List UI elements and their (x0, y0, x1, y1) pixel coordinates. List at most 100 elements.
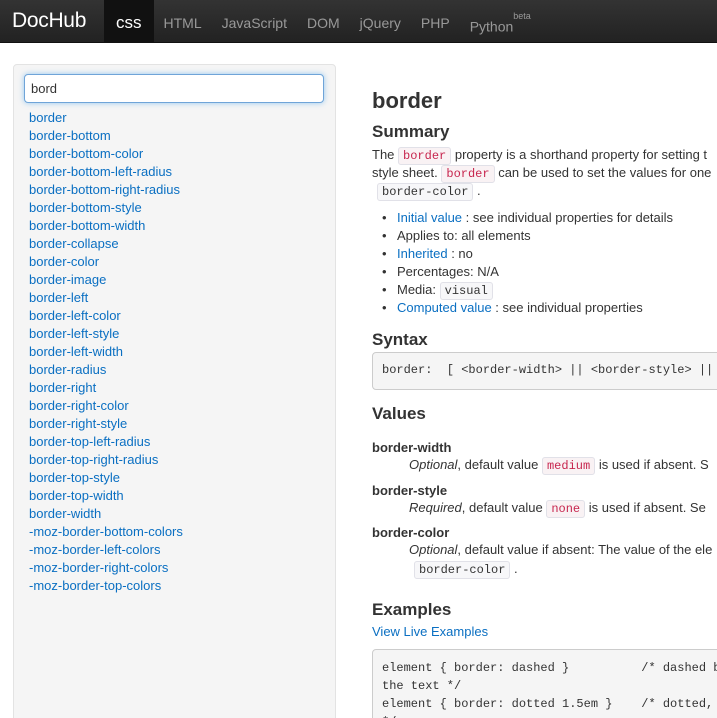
search-result-item: -moz-border-right-colors (29, 559, 183, 577)
search-result-item: border-bottom-color (29, 145, 183, 163)
search-result-item: border-bottom-left-radius (29, 163, 183, 181)
tab-jquery[interactable]: jQuery (350, 0, 411, 43)
list-item: Initial value : see individual propertie… (382, 209, 673, 227)
summary-text: The (372, 147, 399, 162)
search-input[interactable] (24, 74, 324, 103)
search-result-item: border-bottom-width (29, 217, 183, 235)
search-result-item: border-top-style (29, 469, 183, 487)
search-results: border border-bottom border-bottom-color bo… (29, 109, 183, 595)
search-result-link[interactable]: border-left-width (29, 344, 123, 359)
required-label: Required (409, 500, 462, 515)
fact-text: Percentages: N/A (397, 264, 499, 279)
search-result-item: border-left-width (29, 343, 183, 361)
view-live-examples-link[interactable]: View Live Examples (372, 624, 488, 639)
search-result-item: border (29, 109, 183, 127)
search-result-link[interactable]: border-right-color (29, 398, 129, 413)
list-item: Percentages: N/A (382, 263, 673, 281)
tab-css[interactable]: css (104, 0, 154, 43)
search-result-link[interactable]: border-radius (29, 362, 106, 377)
tab-python-label: Python (469, 18, 514, 35)
search-result-link[interactable]: -moz-border-right-colors (29, 560, 168, 575)
value-desc-border-color: Optional, default value if absent: The v… (409, 542, 712, 557)
search-result-item: border-left-style (29, 325, 183, 343)
search-result-link[interactable]: border-bottom-color (29, 146, 143, 161)
brand-logo[interactable]: DocHub (12, 9, 86, 33)
search-result-link[interactable]: border-color (29, 254, 99, 269)
search-result-link[interactable]: -moz-border-top-colors (29, 578, 161, 593)
code-border: border (398, 147, 452, 165)
value-term-border-style: border-style (372, 483, 448, 498)
summary-line-1: The border property is a shorthand prope… (372, 146, 707, 165)
examples-link-row: View Live Examples (372, 623, 488, 641)
search-result-link[interactable]: border-bottom-left-radius (29, 164, 172, 179)
code-border-color: border-color (414, 561, 511, 579)
search-result-item: border-left-color (29, 307, 183, 325)
search-result-link[interactable]: border-image (29, 272, 106, 287)
value-text: , default value (461, 500, 547, 515)
search-result-link[interactable]: border-right (29, 380, 96, 395)
sidebar: border border-bottom border-bottom-color bo… (13, 64, 336, 718)
search-result-link[interactable]: border-bottom-width (29, 218, 145, 233)
search-result-link[interactable]: border-left (29, 290, 88, 305)
search-result-item: border-width (29, 505, 183, 523)
fact-text: : no (447, 246, 473, 261)
tab-php[interactable]: PHP (411, 0, 460, 43)
code-visual: visual (439, 282, 493, 300)
inherited-link[interactable]: Inherited (397, 246, 448, 261)
code-medium: medium (541, 457, 596, 475)
summary-text: property is a shorthand property for set… (451, 147, 708, 162)
value-text: . (510, 561, 518, 576)
syntax-heading: Syntax (372, 330, 428, 349)
search-result-link[interactable]: -moz-border-left-colors (29, 542, 160, 557)
page-title: border (372, 88, 442, 113)
fact-text: Applies to: all elements (397, 228, 531, 243)
initial-value-link[interactable]: Initial value (397, 210, 462, 225)
search-result-link[interactable]: -moz-border-bottom-colors (29, 524, 183, 539)
list-item: Inherited : no (382, 245, 673, 263)
examples-heading: Examples (372, 600, 452, 619)
search-result-link[interactable]: border-width (29, 506, 101, 521)
examples-code-block: element { border: dashed } /* dashed b t… (372, 649, 717, 718)
tab-python[interactable]: Pythonbeta (460, 0, 541, 43)
value-text: , default value if absent: The value of … (457, 542, 713, 557)
tab-javascript[interactable]: JavaScript (212, 0, 297, 43)
search-result-item: -moz-border-top-colors (29, 577, 183, 595)
search-result-link[interactable]: border (29, 110, 67, 125)
search-result-link[interactable]: border-bottom-right-radius (29, 182, 180, 197)
search-result-link[interactable]: border-top-left-radius (29, 434, 150, 449)
search-result-link[interactable]: border-left-style (29, 326, 119, 341)
search-result-link[interactable]: border-bottom (29, 128, 111, 143)
search-result-item: border-image (29, 271, 183, 289)
search-result-link[interactable]: border-collapse (29, 236, 119, 251)
search-result-link[interactable]: border-top-right-radius (29, 452, 158, 467)
search-result-link[interactable]: border-right-style (29, 416, 127, 431)
optional-label: Optional (409, 542, 458, 557)
search-result-item: border-bottom (29, 127, 183, 145)
search-result-item: border-radius (29, 361, 183, 379)
list-item: Computed value : see individual properti… (382, 299, 673, 317)
search-result-link[interactable]: border-left-color (29, 308, 121, 323)
search-result-item: border-top-width (29, 487, 183, 505)
computed-value-link[interactable]: Computed value (397, 300, 492, 315)
search-result-link[interactable]: border-top-width (29, 488, 124, 503)
search-result-item: border-right-style (29, 415, 183, 433)
value-term-border-color: border-color (372, 525, 450, 540)
search-result-link[interactable]: border-bottom-style (29, 200, 142, 215)
code-border-color: border-color (377, 183, 474, 201)
search-result-link[interactable]: border-top-style (29, 470, 120, 485)
fact-text: : see individual properties (491, 300, 643, 315)
tab-dom[interactable]: DOM (297, 0, 350, 43)
search-result-item: border-right (29, 379, 183, 397)
value-text: is used if absent. Se (585, 500, 706, 515)
search-result-item: border-color (29, 253, 183, 271)
value-text: is used if absent. S (595, 457, 709, 472)
tab-html[interactable]: HTML (154, 0, 212, 43)
values-heading: Values (372, 404, 426, 423)
summary-heading: Summary (372, 122, 450, 141)
language-tabs: css HTML JavaScript DOM jQuery PHP Pytho… (104, 0, 541, 43)
value-term-border-width: border-width (372, 440, 452, 455)
search-result-item: border-top-left-radius (29, 433, 183, 451)
value-desc-border-width: Optional, default value medium is used i… (409, 457, 709, 475)
fact-text: Media: (397, 282, 440, 297)
summary-line-3: border-color . (377, 182, 481, 201)
